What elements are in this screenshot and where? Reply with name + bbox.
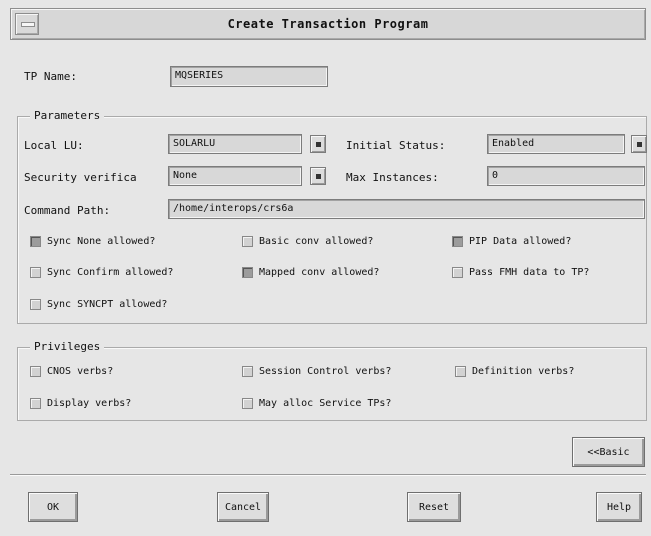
local-lu-dropdown-button[interactable] [310,135,326,153]
cnos-verbs-checkbox[interactable]: CNOS verbs? [30,366,113,377]
sync-confirm-checkbox[interactable]: Sync Confirm allowed? [30,267,173,278]
pass-fmh-label: Pass FMH data to TP? [469,267,590,278]
checkbox-indicator [242,398,253,409]
sync-none-label: Sync None allowed? [47,236,156,247]
definition-verbs-checkbox[interactable]: Definition verbs? [455,366,574,377]
initial-status-field[interactable]: Enabled [487,134,625,154]
command-path-label: Command Path: [24,204,111,217]
parameters-group-title: Parameters [30,109,105,122]
reset-button[interactable]: Reset [407,492,461,522]
max-instances-field[interactable]: 0 [487,166,645,186]
sync-syncpt-checkbox[interactable]: Sync SYNCPT allowed? [30,299,167,310]
session-control-checkbox[interactable]: Session Control verbs? [242,366,391,377]
pip-data-label: PIP Data allowed? [469,236,572,247]
privileges-group-title: Privileges [30,340,105,353]
checkbox-indicator [30,398,41,409]
checkbox-indicator [452,267,463,278]
local-lu-label: Local LU: [24,139,84,152]
cancel-button[interactable]: Cancel [217,492,269,522]
dropdown-arrow-icon [636,141,642,147]
checkbox-indicator [242,236,253,247]
basic-button[interactable]: <<Basic [572,437,645,467]
basic-conv-checkbox[interactable]: Basic conv allowed? [242,236,373,247]
max-instances-label: Max Instances: [346,171,439,184]
display-verbs-checkbox[interactable]: Display verbs? [30,398,131,409]
mapped-conv-checkbox[interactable]: Mapped conv allowed? [242,267,379,278]
sync-none-checkbox[interactable]: Sync None allowed? [30,236,155,247]
dropdown-arrow-icon [315,141,321,147]
local-lu-field[interactable]: SOLARLU [168,134,302,154]
privileges-group [17,347,647,421]
tp-name-field[interactable]: MQSERIES [170,66,328,87]
initial-status-dropdown-button[interactable] [631,135,647,153]
command-path-field[interactable]: /home/interops/crs6a [168,199,645,219]
may-alloc-label: May alloc Service TPs? [259,398,392,409]
checkbox-indicator [30,299,41,310]
tp-name-label: TP Name: [24,70,77,83]
security-verification-dropdown-button[interactable] [310,167,326,185]
ok-button[interactable]: OK [28,492,78,522]
button-separator [10,474,646,476]
checkbox-indicator [242,267,253,278]
session-control-label: Session Control verbs? [259,366,392,377]
pip-data-checkbox[interactable]: PIP Data allowed? [452,236,571,247]
mapped-conv-label: Mapped conv allowed? [259,267,380,278]
checkbox-indicator [452,236,463,247]
security-verification-label: Security verifica [24,171,137,184]
help-button[interactable]: Help [596,492,642,522]
checkbox-indicator [30,366,41,377]
checkbox-indicator [455,366,466,377]
checkbox-indicator [30,267,41,278]
definition-verbs-label: Definition verbs? [472,366,575,377]
window-title: Create Transaction Program [227,17,429,31]
sync-confirm-label: Sync Confirm allowed? [47,267,174,278]
may-alloc-checkbox[interactable]: May alloc Service TPs? [242,398,391,409]
display-verbs-label: Display verbs? [47,398,132,409]
dropdown-arrow-icon [315,173,321,179]
sync-syncpt-label: Sync SYNCPT allowed? [47,299,168,310]
initial-status-label: Initial Status: [346,139,446,152]
cnos-verbs-label: CNOS verbs? [47,366,114,377]
title-bar: Create Transaction Program [10,8,646,40]
checkbox-indicator [242,366,253,377]
pass-fmh-checkbox[interactable]: Pass FMH data to TP? [452,267,589,278]
checkbox-indicator [30,236,41,247]
security-verification-field[interactable]: None [168,166,302,186]
basic-conv-label: Basic conv allowed? [259,236,374,247]
